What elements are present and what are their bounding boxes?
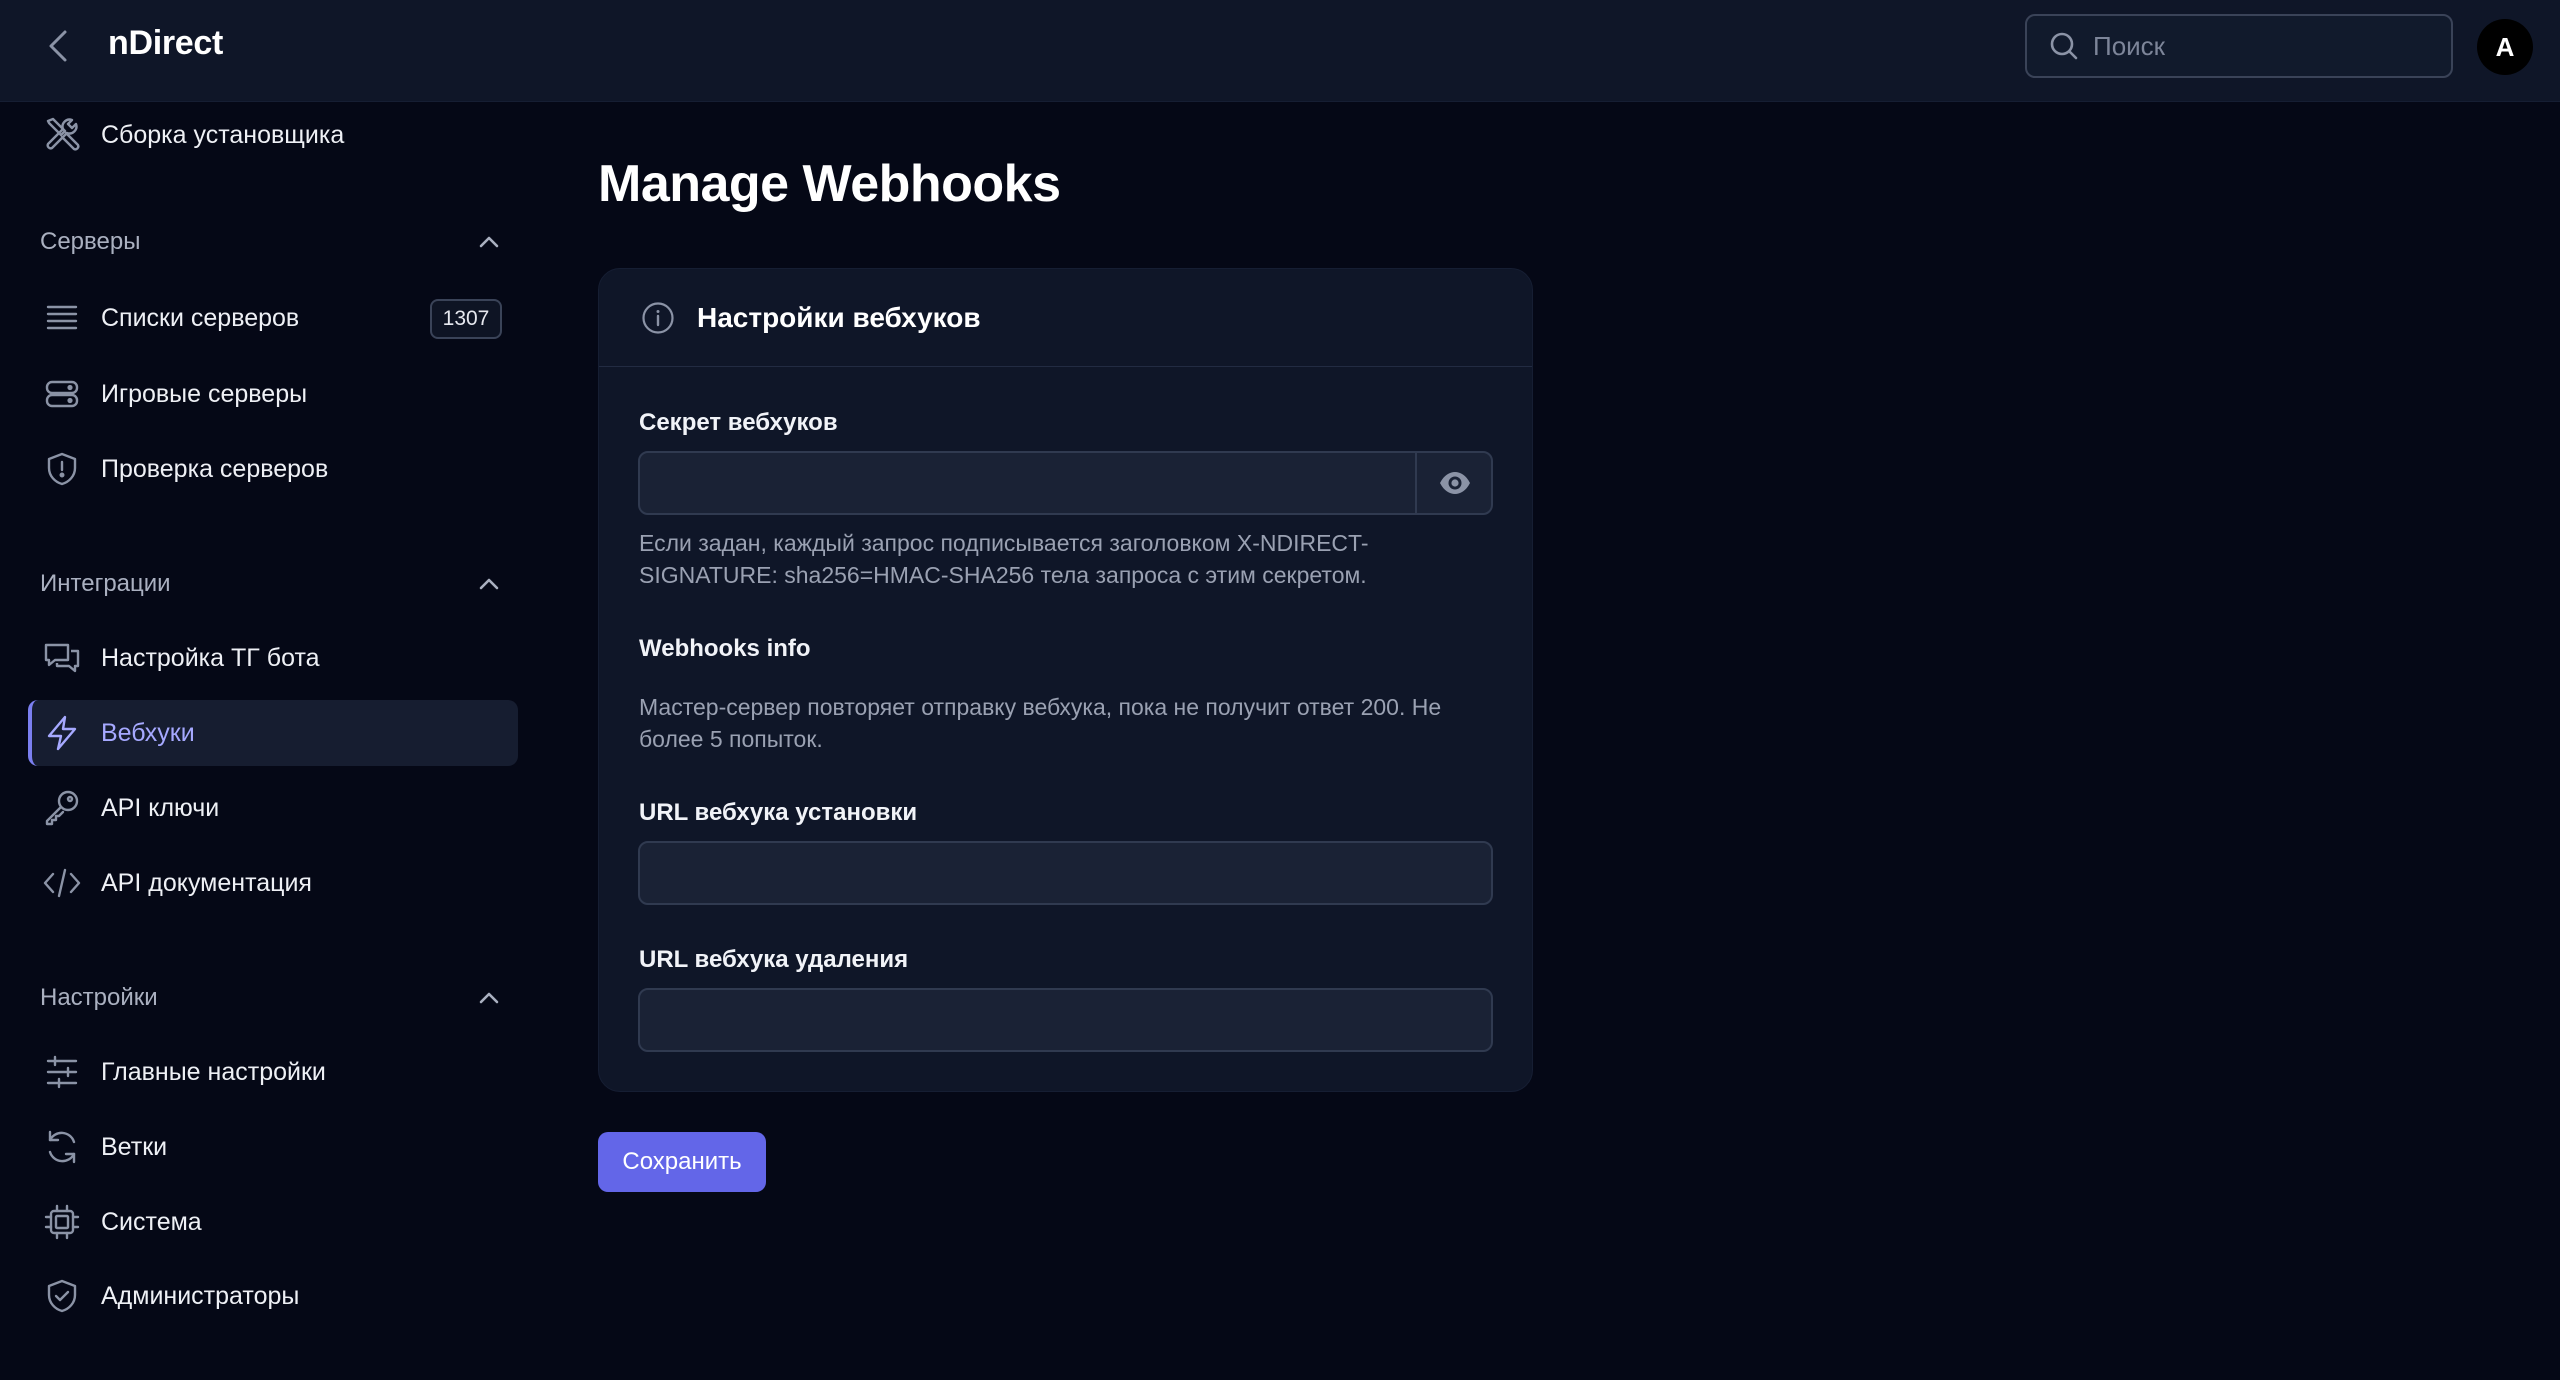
sidebar-item-label: Вебхуки: [101, 718, 195, 747]
server-count-badge: 1307: [430, 299, 502, 339]
search-input[interactable]: [2093, 30, 2433, 62]
eye-icon: [1440, 472, 1470, 494]
sidebar-item-webhooks[interactable]: Вебхуки: [28, 700, 518, 766]
sidebar-item-game-servers[interactable]: Игровые серверы: [28, 361, 518, 427]
sidebar-item-server-lists[interactable]: Списки серверов 1307: [28, 285, 518, 351]
sidebar-item-label: Система: [101, 1207, 202, 1236]
webhooks-info-text: Мастер-сервер повторяет отправку вебхука…: [639, 694, 1442, 752]
chevron-left-icon: [49, 30, 67, 62]
sidebar: Сборка установщика Серверы Списки сервер…: [0, 102, 530, 1380]
sidebar-item-server-check[interactable]: Проверка серверов: [28, 436, 518, 502]
sidebar-item-admins[interactable]: Администраторы: [28, 1263, 518, 1329]
top-bar: nDirect A: [0, 0, 2560, 102]
key-icon: [42, 788, 82, 828]
sidebar-item-label: Игровые серверы: [101, 379, 308, 408]
sidebar-item-label: Главные настройки: [101, 1057, 326, 1086]
sidebar-item-label: Ветки: [101, 1132, 168, 1161]
refresh-icon: [42, 1127, 82, 1167]
sidebar-item-main-settings[interactable]: Главные настройки: [28, 1039, 518, 1105]
shield-alert-icon: [42, 449, 82, 489]
section-title: Серверы: [40, 228, 141, 255]
back-button[interactable]: [40, 26, 76, 66]
secret-field-group: [638, 451, 1493, 515]
tools-icon: [42, 115, 82, 155]
app-window: nDirect A Сборка установщика Серверы: [0, 0, 2560, 1380]
card-header: Настройки вебхуков: [599, 269, 1532, 367]
sidebar-item-label: API ключи: [101, 793, 220, 822]
sidebar-item-api-docs[interactable]: API документация: [28, 850, 518, 916]
secret-input[interactable]: [640, 453, 1417, 513]
search-box[interactable]: [2025, 14, 2453, 78]
section-header-servers[interactable]: Серверы: [40, 222, 500, 262]
chat-icon: [42, 638, 82, 678]
sidebar-item-tg-bot[interactable]: Настройка ТГ бота: [28, 625, 518, 691]
section-header-settings[interactable]: Настройки: [40, 978, 500, 1018]
install-url-input[interactable]: [638, 841, 1493, 905]
chevron-up-icon: [479, 578, 499, 590]
server-list-icon: [42, 298, 82, 338]
sidebar-item-installer-build[interactable]: Сборка установщика: [28, 102, 518, 168]
cpu-icon: [42, 1202, 82, 1242]
info-icon: [642, 301, 674, 334]
delete-url-input[interactable]: [638, 988, 1493, 1052]
shield-check-icon: [42, 1276, 82, 1316]
bolt-icon: [42, 713, 82, 753]
brand-logo[interactable]: nDirect: [108, 24, 223, 63]
sidebar-item-label: Настройка ТГ бота: [101, 643, 320, 672]
webhook-settings-card: Настройки вебхуков Секрет вебхуков Если …: [598, 268, 1533, 1092]
sliders-icon: [42, 1052, 82, 1092]
secret-label: Секрет вебхуков: [639, 409, 838, 436]
webhooks-info-label: Webhooks info: [639, 635, 811, 662]
save-button[interactable]: Сохранить: [598, 1132, 766, 1192]
page-title: Manage Webhooks: [598, 155, 1061, 213]
sidebar-item-system[interactable]: Система: [28, 1189, 518, 1255]
section-title: Настройки: [40, 984, 158, 1011]
sidebar-item-label: Списки серверов: [101, 303, 300, 332]
section-title: Интеграции: [40, 570, 171, 597]
code-icon: [42, 863, 82, 903]
chevron-up-icon: [479, 992, 499, 1004]
search-icon: [2050, 32, 2078, 60]
sidebar-item-label: Сборка установщика: [101, 120, 345, 149]
user-avatar[interactable]: A: [2477, 19, 2533, 75]
delete-url-label: URL вебхука удаления: [639, 946, 909, 973]
chevron-up-icon: [479, 236, 499, 248]
sidebar-item-branches[interactable]: Ветки: [28, 1114, 518, 1180]
server-stack-icon: [42, 374, 82, 414]
sidebar-item-label: Администраторы: [101, 1281, 300, 1310]
toggle-visibility-button[interactable]: [1417, 453, 1491, 513]
sidebar-item-label: Проверка серверов: [101, 454, 329, 483]
section-header-integrations[interactable]: Интеграции: [40, 564, 500, 604]
sidebar-item-api-keys[interactable]: API ключи: [28, 775, 518, 841]
sidebar-item-label: API документация: [101, 868, 312, 897]
install-url-label: URL вебхука установки: [639, 799, 918, 826]
secret-help-text: Если задан, каждый запрос подписывается …: [639, 530, 1369, 588]
card-title: Настройки вебхуков: [697, 301, 981, 333]
